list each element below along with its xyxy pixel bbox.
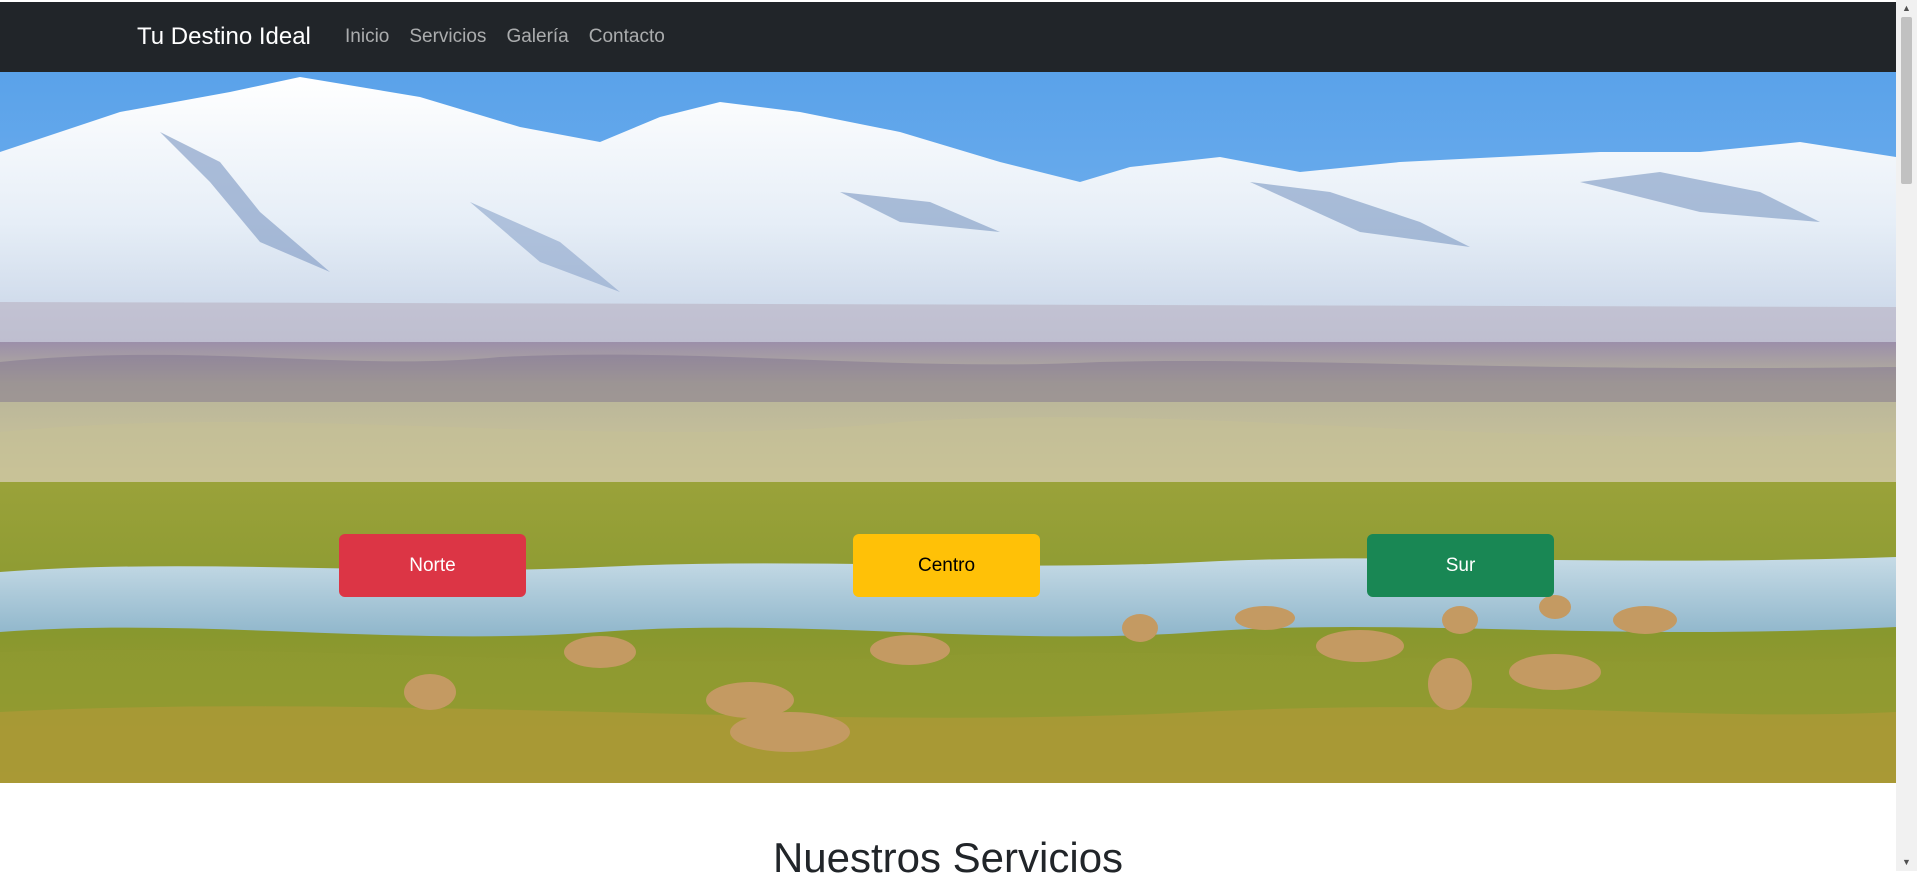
hero-section: Norte Centro Sur [0,72,1896,783]
page-scrollbar[interactable]: ▲ ▼ [1896,0,1917,871]
nav-link-inicio[interactable]: Inicio [345,26,389,48]
scroll-down-arrow-icon[interactable]: ▼ [1896,854,1917,871]
navbar: Tu Destino Ideal Inicio Servicios Galerí… [0,2,1896,72]
nav-link-contacto[interactable]: Contacto [589,26,665,48]
nav-link-galeria[interactable]: Galería [506,26,568,48]
services-title: Nuestros Servicios [772,834,1124,881]
nav-link-servicios[interactable]: Servicios [409,26,486,48]
scroll-up-arrow-icon[interactable]: ▲ [1896,0,1917,17]
nav-links: Inicio Servicios Galería Contacto [345,2,685,72]
hero-landscape-image [0,72,1896,783]
scrollbar-thumb[interactable] [1901,17,1912,184]
centro-button[interactable]: Centro [853,534,1040,597]
navbar-brand[interactable]: Tu Destino Ideal [137,2,311,72]
norte-button[interactable]: Norte [339,534,526,597]
sur-button[interactable]: Sur [1367,534,1554,597]
